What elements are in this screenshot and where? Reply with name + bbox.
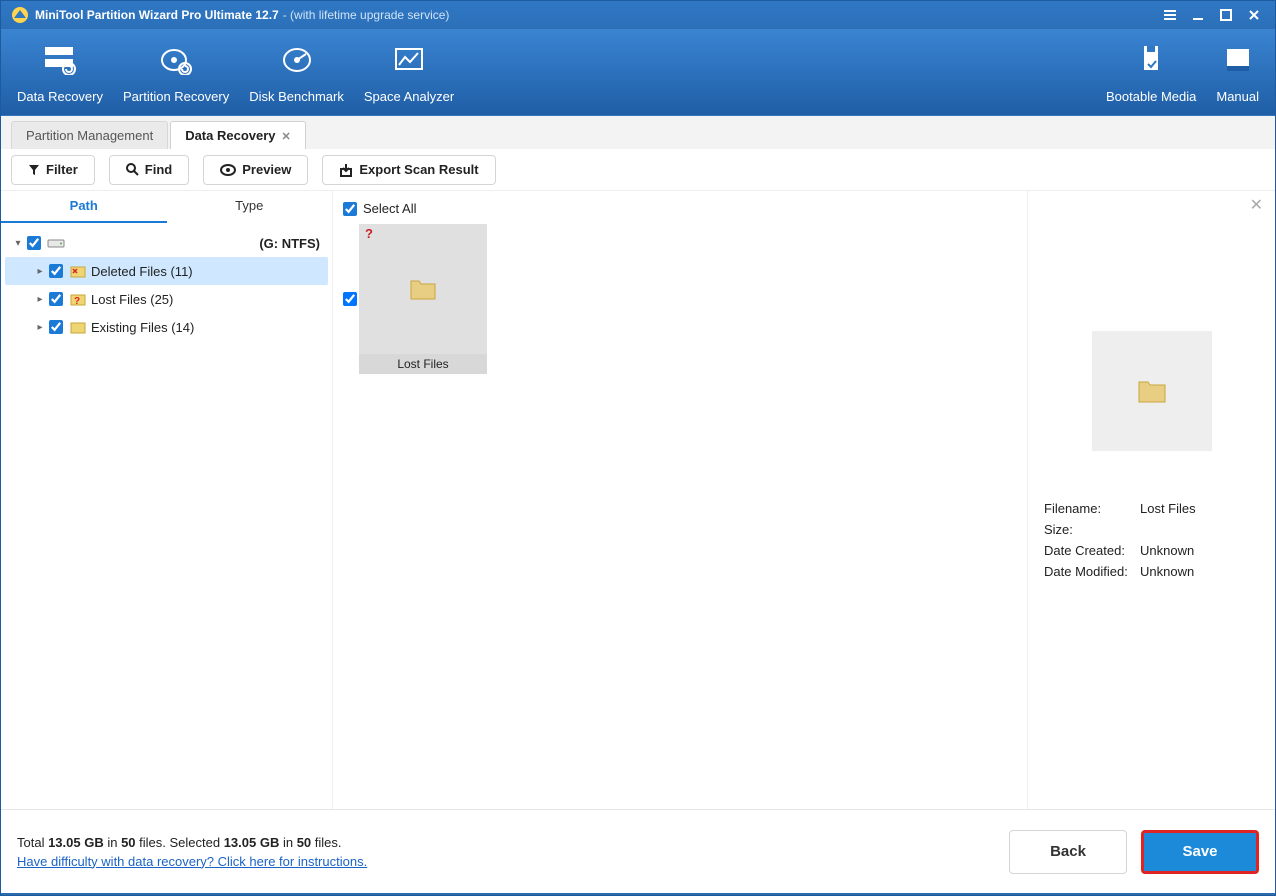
- action-toolbar: Filter Find Preview Export Scan Result: [1, 149, 1275, 191]
- filter-button[interactable]: Filter: [11, 155, 95, 185]
- meta-value: Lost Files: [1140, 501, 1196, 516]
- tree-lost-files[interactable]: ▸ ? Lost Files (25): [5, 285, 328, 313]
- manual-icon: [1216, 41, 1259, 79]
- drive-label: (G: NTFS): [259, 236, 328, 251]
- meta-label: Date Created:: [1044, 543, 1140, 558]
- tab-partition-management[interactable]: Partition Management: [11, 121, 168, 149]
- thumbnail-label: Lost Files: [359, 354, 487, 374]
- ribbon-manual[interactable]: Manual: [1206, 39, 1269, 106]
- chevron-down-icon[interactable]: ▾: [11, 238, 25, 249]
- meta-value: Unknown: [1140, 564, 1194, 579]
- ribbon-bootable-media[interactable]: Bootable Media: [1096, 39, 1206, 106]
- thumbnail-checkbox[interactable]: [343, 292, 357, 306]
- tree-existing-files[interactable]: ▸ Existing Files (14): [5, 313, 328, 341]
- tree-checkbox[interactable]: [49, 264, 63, 278]
- find-button[interactable]: Find: [109, 155, 189, 185]
- meta-value: Unknown: [1140, 543, 1194, 558]
- disk-benchmark-icon: [249, 41, 344, 79]
- partition-recovery-icon: [123, 41, 229, 79]
- preview-button[interactable]: Preview: [203, 155, 308, 185]
- app-subtitle: - (with lifetime upgrade service): [283, 8, 450, 22]
- meta-label: Date Modified:: [1044, 564, 1140, 579]
- svg-text:?: ?: [74, 296, 80, 306]
- ribbon-disk-benchmark[interactable]: Disk Benchmark: [239, 39, 354, 106]
- drive-icon: [47, 237, 65, 249]
- workspace-tabs: Partition Management Data Recovery✕: [1, 115, 1275, 149]
- chevron-right-icon[interactable]: ▸: [33, 322, 47, 333]
- app-title: MiniTool Partition Wizard Pro Ultimate 1…: [35, 8, 279, 22]
- back-button[interactable]: Back: [1009, 830, 1127, 874]
- tree-item-label: Existing Files (14): [91, 320, 194, 335]
- tree-deleted-files[interactable]: ▸ Deleted Files (11): [5, 257, 328, 285]
- tree-item-label: Deleted Files (11): [91, 264, 193, 279]
- select-all[interactable]: Select All: [343, 201, 1017, 216]
- space-analyzer-icon: [364, 41, 454, 79]
- ribbon-data-recovery[interactable]: Data Recovery: [7, 39, 113, 106]
- menu-icon[interactable]: [1159, 4, 1181, 26]
- details-preview: [1092, 331, 1212, 451]
- export-button[interactable]: Export Scan Result: [322, 155, 495, 185]
- meta-label: Size:: [1044, 522, 1140, 537]
- content-area: Path Type ▾ (G: NTFS) ▸ Deleted Files (1…: [1, 191, 1275, 809]
- tree-checkbox[interactable]: [27, 236, 41, 250]
- title-bar: MiniTool Partition Wizard Pro Ultimate 1…: [1, 1, 1275, 29]
- deleted-folder-icon: [69, 264, 87, 278]
- maximize-icon[interactable]: [1215, 4, 1237, 26]
- panel-close-icon[interactable]: ✕: [1250, 195, 1263, 215]
- tree-root-drive[interactable]: ▾ (G: NTFS): [5, 229, 328, 257]
- footer-bar: Total 13.05 GB in 50 files. Selected 13.…: [1, 809, 1275, 893]
- ribbon-toolbar: Data Recovery Partition Recovery Disk Be…: [1, 29, 1275, 115]
- subtab-type[interactable]: Type: [167, 191, 333, 223]
- folder-icon: [1137, 378, 1167, 404]
- select-all-checkbox[interactable]: [343, 202, 357, 216]
- question-badge-icon: ?: [365, 226, 373, 241]
- tab-data-recovery[interactable]: Data Recovery✕: [170, 121, 306, 149]
- tree-checkbox[interactable]: [49, 292, 63, 306]
- footer-summary: Total 13.05 GB in 50 files. Selected 13.…: [17, 835, 367, 850]
- app-icon: [11, 6, 29, 24]
- folder-icon: [409, 277, 437, 301]
- details-panel: ✕ Filename:Lost Files Size: Date Created…: [1027, 191, 1275, 809]
- results-panel: Select All ? Lost Files: [333, 191, 1027, 809]
- file-tree: ▾ (G: NTFS) ▸ Deleted Files (11) ▸ ? Los…: [1, 223, 332, 347]
- data-recovery-icon: [17, 41, 103, 79]
- ribbon-space-analyzer[interactable]: Space Analyzer: [354, 39, 464, 106]
- thumbnail-item[interactable]: ? Lost Files: [343, 224, 1017, 374]
- thumbnail-preview: ?: [359, 224, 487, 354]
- chevron-right-icon[interactable]: ▸: [33, 294, 47, 305]
- minimize-icon[interactable]: [1187, 4, 1209, 26]
- tab-close-icon[interactable]: ✕: [282, 131, 291, 143]
- close-icon[interactable]: [1243, 4, 1265, 26]
- tree-checkbox[interactable]: [49, 320, 63, 334]
- tree-panel: Path Type ▾ (G: NTFS) ▸ Deleted Files (1…: [1, 191, 333, 809]
- meta-label: Filename:: [1044, 501, 1140, 516]
- help-link[interactable]: Have difficulty with data recovery? Clic…: [17, 854, 367, 869]
- folder-icon: [69, 320, 87, 334]
- bootable-media-icon: [1106, 41, 1196, 79]
- save-button[interactable]: Save: [1141, 830, 1259, 874]
- tree-item-label: Lost Files (25): [91, 292, 173, 307]
- details-meta: Filename:Lost Files Size: Date Created:U…: [1044, 501, 1259, 579]
- chevron-right-icon[interactable]: ▸: [33, 266, 47, 277]
- ribbon-partition-recovery[interactable]: Partition Recovery: [113, 39, 239, 106]
- tree-subtabs: Path Type: [1, 191, 332, 223]
- lost-folder-icon: ?: [69, 292, 87, 306]
- subtab-path[interactable]: Path: [1, 191, 167, 223]
